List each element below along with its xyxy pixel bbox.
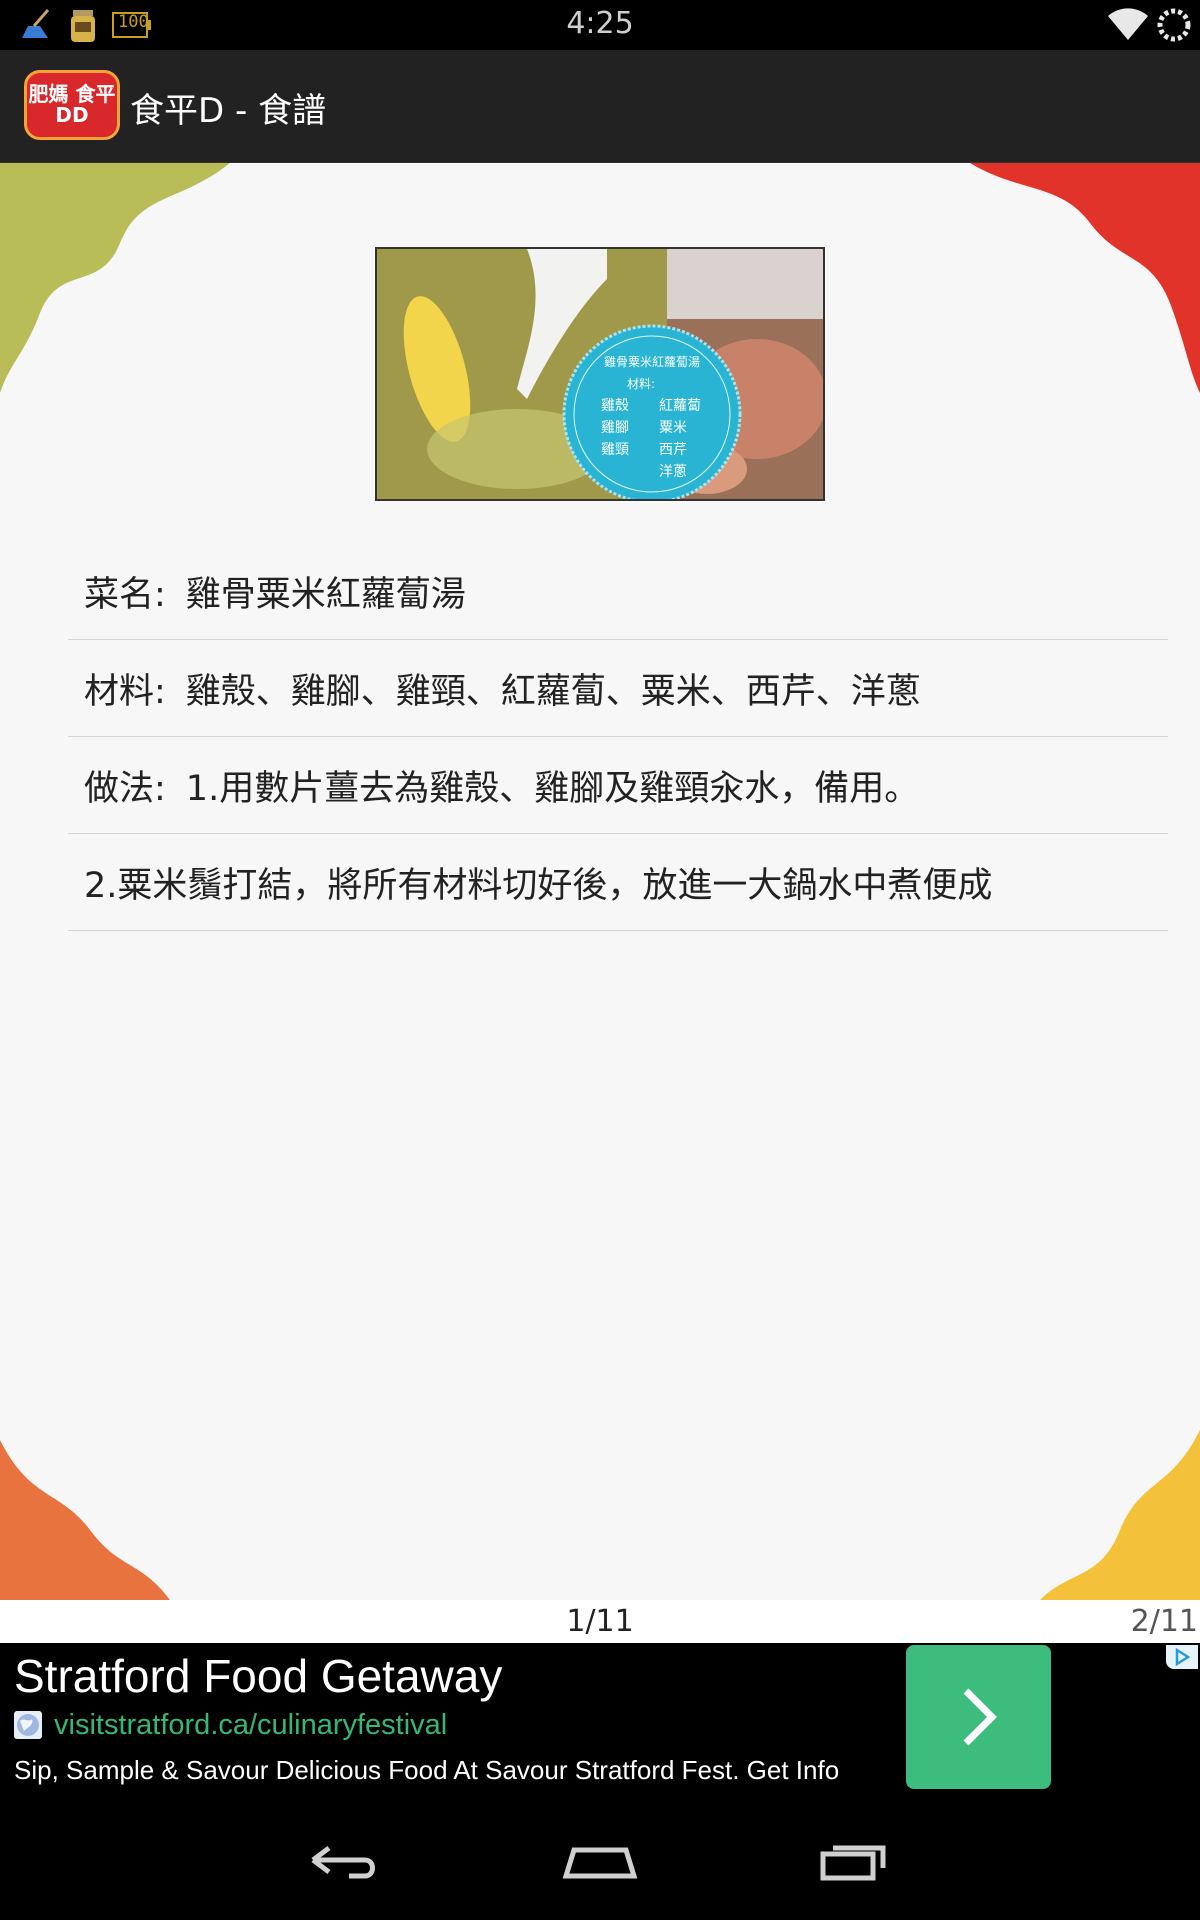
ad-url[interactable]: visitstratford.ca/culinaryfestival <box>54 1709 447 1742</box>
ad-choices-icon[interactable] <box>1166 1645 1198 1669</box>
photo-ingredient: 洋蔥 <box>659 464 687 480</box>
corner-decoration-bottom-left <box>0 1440 170 1600</box>
chevron-right-icon <box>963 1688 997 1746</box>
dish-name-label: 菜名: <box>84 574 166 615</box>
method-step-2: 2.粟米鬚打結，將所有材料切好後，放進一大鍋水中煮便成 <box>84 865 993 906</box>
method-step-1: 1.用數片薑去為雞殼、雞腳及雞頸汆水，備用。 <box>185 768 920 809</box>
photo-dish-label: 雞骨粟米紅蘿蔔湯 <box>603 355 700 369</box>
ad-title[interactable]: Stratford Food Getaway <box>14 1649 502 1703</box>
page-indicator: 1/11 2/11 <box>0 1600 1200 1643</box>
current-page: 1/11 <box>566 1604 634 1639</box>
navigation-bar <box>0 1800 1200 1920</box>
ad-banner[interactable]: Stratford Food Getaway visitstratford.ca… <box>0 1643 1200 1800</box>
recipe-photo: 雞骨粟米紅蘿蔔湯 材料: 雞殼 紅蘿蔔 雞腳 粟米 雞頸 西芹 洋蔥 <box>375 247 825 501</box>
photo-ingredient: 雞頸 <box>601 442 629 458</box>
status-bar: 100 4:25 <box>0 0 1200 50</box>
photo-ingredients-heading: 材料: <box>627 377 656 391</box>
home-button[interactable] <box>540 1820 660 1900</box>
corner-decoration-top-right <box>970 163 1200 393</box>
ingredients-row: 材料: 雞殼、雞腳、雞頸、紅蘿蔔、粟米、西芹、洋蔥 <box>68 640 1168 737</box>
recipe-page[interactable]: 雞骨粟米紅蘿蔔湯 材料: 雞殼 紅蘿蔔 雞腳 粟米 雞頸 西芹 洋蔥 菜名: 雞… <box>0 163 1200 1600</box>
globe-icon <box>14 1711 42 1739</box>
photo-ingredient: 雞殼 <box>601 398 629 414</box>
ingredients-label: 材料: <box>84 671 166 712</box>
photo-ingredients: 雞殼 紅蘿蔔 雞腳 粟米 雞頸 西芹 洋蔥 <box>601 395 711 481</box>
corner-decoration-top-left <box>0 163 230 393</box>
recipe-details: 菜名: 雞骨粟米紅蘿蔔湯 材料: 雞殼、雞腳、雞頸、紅蘿蔔、粟米、西芹、洋蔥 做… <box>68 543 1168 931</box>
action-bar: 肥媽 食平DD 食平D - 食譜 <box>0 50 1200 163</box>
dish-name-value: 雞骨粟米紅蘿蔔湯 <box>185 574 466 615</box>
recents-icon <box>820 1845 886 1881</box>
clock: 4:25 <box>566 6 634 41</box>
app-logo-text: 肥媽 食平DD <box>28 82 116 127</box>
sync-icon <box>1154 6 1194 48</box>
app-logo[interactable]: 肥媽 食平DD <box>24 70 120 140</box>
ad-open-button[interactable] <box>906 1645 1051 1789</box>
back-icon <box>311 1846 375 1879</box>
ad-description: Sip, Sample & Savour Delicious Food At S… <box>14 1755 840 1785</box>
page-title: 食平D - 食譜 <box>130 91 327 131</box>
next-page-tab[interactable]: 2/11 <box>1131 1604 1198 1639</box>
ingredients-value: 雞殼、雞腳、雞頸、紅蘿蔔、粟米、西芹、洋蔥 <box>185 671 921 712</box>
corner-decoration-bottom-right <box>1040 1430 1200 1600</box>
dish-name-row: 菜名: 雞骨粟米紅蘿蔔湯 <box>68 543 1168 640</box>
photo-ingredient: 粟米 <box>659 420 687 436</box>
back-button[interactable] <box>283 1820 403 1900</box>
method-label: 做法: <box>84 768 166 809</box>
home-icon <box>562 1847 638 1879</box>
method-row: 做法: 1.用數片薑去為雞殼、雞腳及雞頸汆水，備用。 <box>68 737 1168 834</box>
wifi-icon <box>1106 6 1150 46</box>
photo-ingredient: 西芹 <box>659 442 687 458</box>
method-row-continued: 2.粟米鬚打結，將所有材料切好後，放進一大鍋水中煮便成 <box>68 834 1168 931</box>
photo-ingredient: 雞腳 <box>601 420 629 436</box>
recents-button[interactable] <box>797 1820 917 1900</box>
photo-ingredient: 紅蘿蔔 <box>659 398 701 414</box>
